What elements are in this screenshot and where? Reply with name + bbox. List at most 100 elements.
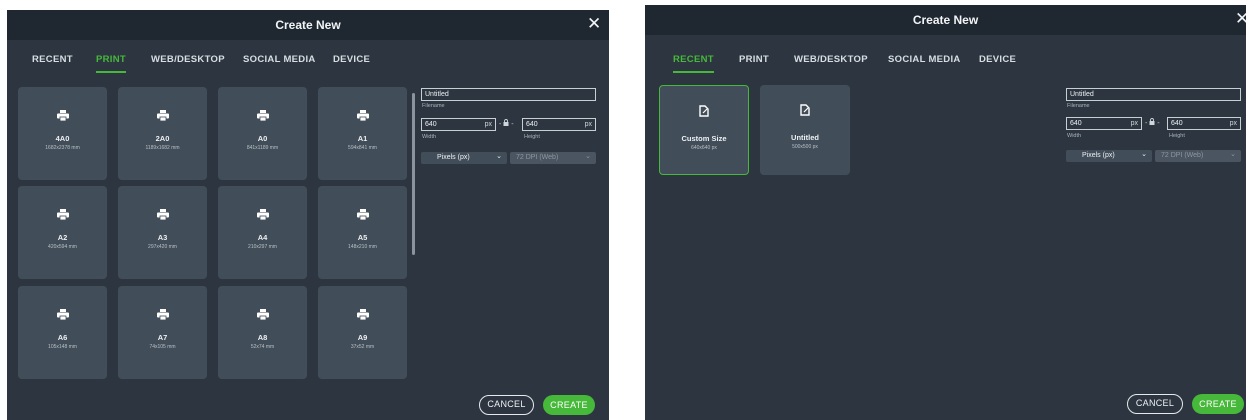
height-unit: px [584, 121, 592, 128]
preset-card-name: A9 [357, 333, 368, 342]
chevron-down-icon: ⌄ [1141, 151, 1147, 158]
chevron-down-icon: ⌄ [1230, 151, 1236, 158]
printer-icon [218, 207, 307, 225]
tab-web-desktop[interactable]: WEB/DESKTOP [794, 54, 868, 71]
height-input[interactable]: 640 px [1167, 117, 1241, 130]
create-new-dialog-recent: Create New ✕ RECENT PRINT WEB/DESKTOP SO… [645, 5, 1246, 420]
printer-icon [318, 207, 407, 225]
printer-icon [118, 307, 207, 325]
close-icon[interactable]: ✕ [1235, 10, 1246, 28]
height-label: Height [1169, 133, 1185, 139]
printer-icon [118, 207, 207, 225]
tab-social-media[interactable]: SOCIAL MEDIA [243, 54, 316, 71]
preset-card-name: 4A0 [55, 134, 70, 143]
preset-card-size: 594x841 mm [348, 145, 377, 151]
units-select[interactable]: Pixels (px) ⌄ [421, 152, 507, 164]
printer-icon [218, 108, 307, 126]
create-new-dialog-print: Create New ✕ RECENT PRINT WEB/DESKTOP SO… [7, 10, 609, 420]
preset-card-size: 105x148 mm [48, 344, 77, 350]
preset-card-name: A8 [257, 333, 268, 342]
height-input[interactable]: 640 px [522, 118, 596, 131]
preset-card-size: 297x420 mm [148, 244, 177, 250]
width-label: Width [422, 134, 437, 140]
width-input[interactable]: 640 px [1066, 117, 1142, 130]
document-icon [760, 103, 850, 122]
dpi-select-value: 72 DPI (Web) [1161, 152, 1204, 159]
width-value: 640 [1070, 120, 1082, 127]
preset-card-name: A1 [357, 134, 368, 143]
preset-card[interactable]: A0 841x1189 mm [218, 87, 307, 180]
preset-card[interactable]: A6 105x148 mm [18, 286, 107, 379]
dpi-select-value: 72 DPI (Web) [516, 154, 559, 161]
width-input[interactable]: 640 px [421, 118, 496, 131]
tab-recent[interactable]: RECENT [32, 54, 73, 71]
create-button[interactable]: CREATE [543, 395, 595, 415]
tab-device[interactable]: DEVICE [979, 54, 1016, 71]
preset-card-name: A7 [157, 333, 168, 342]
preset-card[interactable]: 4A0 1682x2378 mm [18, 87, 107, 180]
width-unit: px [1130, 120, 1138, 127]
recent-card-name: Untitled [791, 133, 819, 142]
cancel-button[interactable]: CANCEL [1127, 394, 1183, 414]
preset-card-name: A2 [57, 233, 68, 242]
preset-grid-scrollbar[interactable] [412, 93, 415, 255]
filename-value: Untitled [425, 91, 449, 98]
recent-card-size: 500x500 px [792, 144, 818, 150]
preset-card[interactable]: A2 420x594 mm [18, 186, 107, 279]
preset-card[interactable]: 2A0 1189x1682 mm [118, 87, 207, 180]
preset-card-size: 37x52 mm [350, 344, 375, 350]
dialog-title: Create New [912, 13, 979, 27]
preset-card[interactable]: A3 297x420 mm [118, 186, 207, 279]
preset-card[interactable]: A7 74x105 mm [118, 286, 207, 379]
preset-card-name: A3 [157, 233, 168, 242]
preset-card[interactable]: A5 148x210 mm [318, 186, 407, 279]
dpi-select[interactable]: 72 DPI (Web) ⌄ [510, 152, 596, 164]
height-value: 640 [526, 121, 538, 128]
recent-card[interactable]: Custom Size 640x640 px [659, 85, 749, 175]
printer-icon [218, 307, 307, 325]
preset-card-size: 74x105 mm [149, 344, 176, 350]
tab-print[interactable]: PRINT [739, 54, 769, 71]
preset-card[interactable]: A8 52x74 mm [218, 286, 307, 379]
preset-card-size: 1682x2378 mm [45, 145, 80, 151]
dialog-title: Create New [275, 18, 341, 32]
units-select-value: Pixels (px) [1082, 152, 1115, 159]
dialog-titlebar: Create New ✕ [645, 5, 1246, 35]
units-select-value: Pixels (px) [437, 154, 470, 161]
filename-label: Filename [422, 103, 445, 109]
preset-card[interactable]: A4 210x297 mm [218, 186, 307, 279]
tab-social-media[interactable]: SOCIAL MEDIA [888, 54, 961, 71]
preset-card-name: 2A0 [155, 134, 170, 143]
preset-card-size: 148x210 mm [348, 244, 377, 250]
width-label: Width [1067, 133, 1082, 139]
dpi-select[interactable]: 72 DPI (Web) ⌄ [1155, 150, 1241, 162]
tab-device[interactable]: DEVICE [333, 54, 370, 71]
width-value: 640 [425, 121, 437, 128]
close-icon[interactable]: ✕ [587, 15, 601, 33]
recent-card[interactable]: Untitled 500x500 px [760, 85, 850, 175]
height-unit: px [1229, 120, 1237, 127]
printer-icon [118, 108, 207, 126]
dialog-titlebar: Create New ✕ [7, 10, 609, 40]
tab-print[interactable]: PRINT [96, 54, 126, 73]
printer-icon [18, 207, 107, 225]
filename-label: Filename [1067, 103, 1090, 109]
cancel-button[interactable]: CANCEL [479, 395, 534, 415]
tab-recent[interactable]: RECENT [673, 54, 714, 73]
recent-card-size: 640x640 px [691, 145, 717, 151]
preset-card[interactable]: A1 594x841 mm [318, 87, 407, 180]
lock-icon[interactable]: - - [499, 119, 514, 128]
tab-web-desktop[interactable]: WEB/DESKTOP [151, 54, 225, 71]
filename-input[interactable]: Untitled [421, 88, 596, 101]
lock-icon[interactable]: - - [1145, 118, 1160, 127]
printer-icon [318, 307, 407, 325]
filename-value: Untitled [1070, 91, 1094, 98]
document-icon [660, 104, 748, 123]
units-select[interactable]: Pixels (px) ⌄ [1066, 150, 1152, 162]
preset-card[interactable]: A9 37x52 mm [318, 286, 407, 379]
filename-input[interactable]: Untitled [1066, 88, 1241, 101]
printer-icon [18, 108, 107, 126]
preset-card-name: A5 [357, 233, 368, 242]
preset-card-size: 1189x1682 mm [145, 145, 180, 151]
create-button[interactable]: CREATE [1192, 394, 1244, 414]
